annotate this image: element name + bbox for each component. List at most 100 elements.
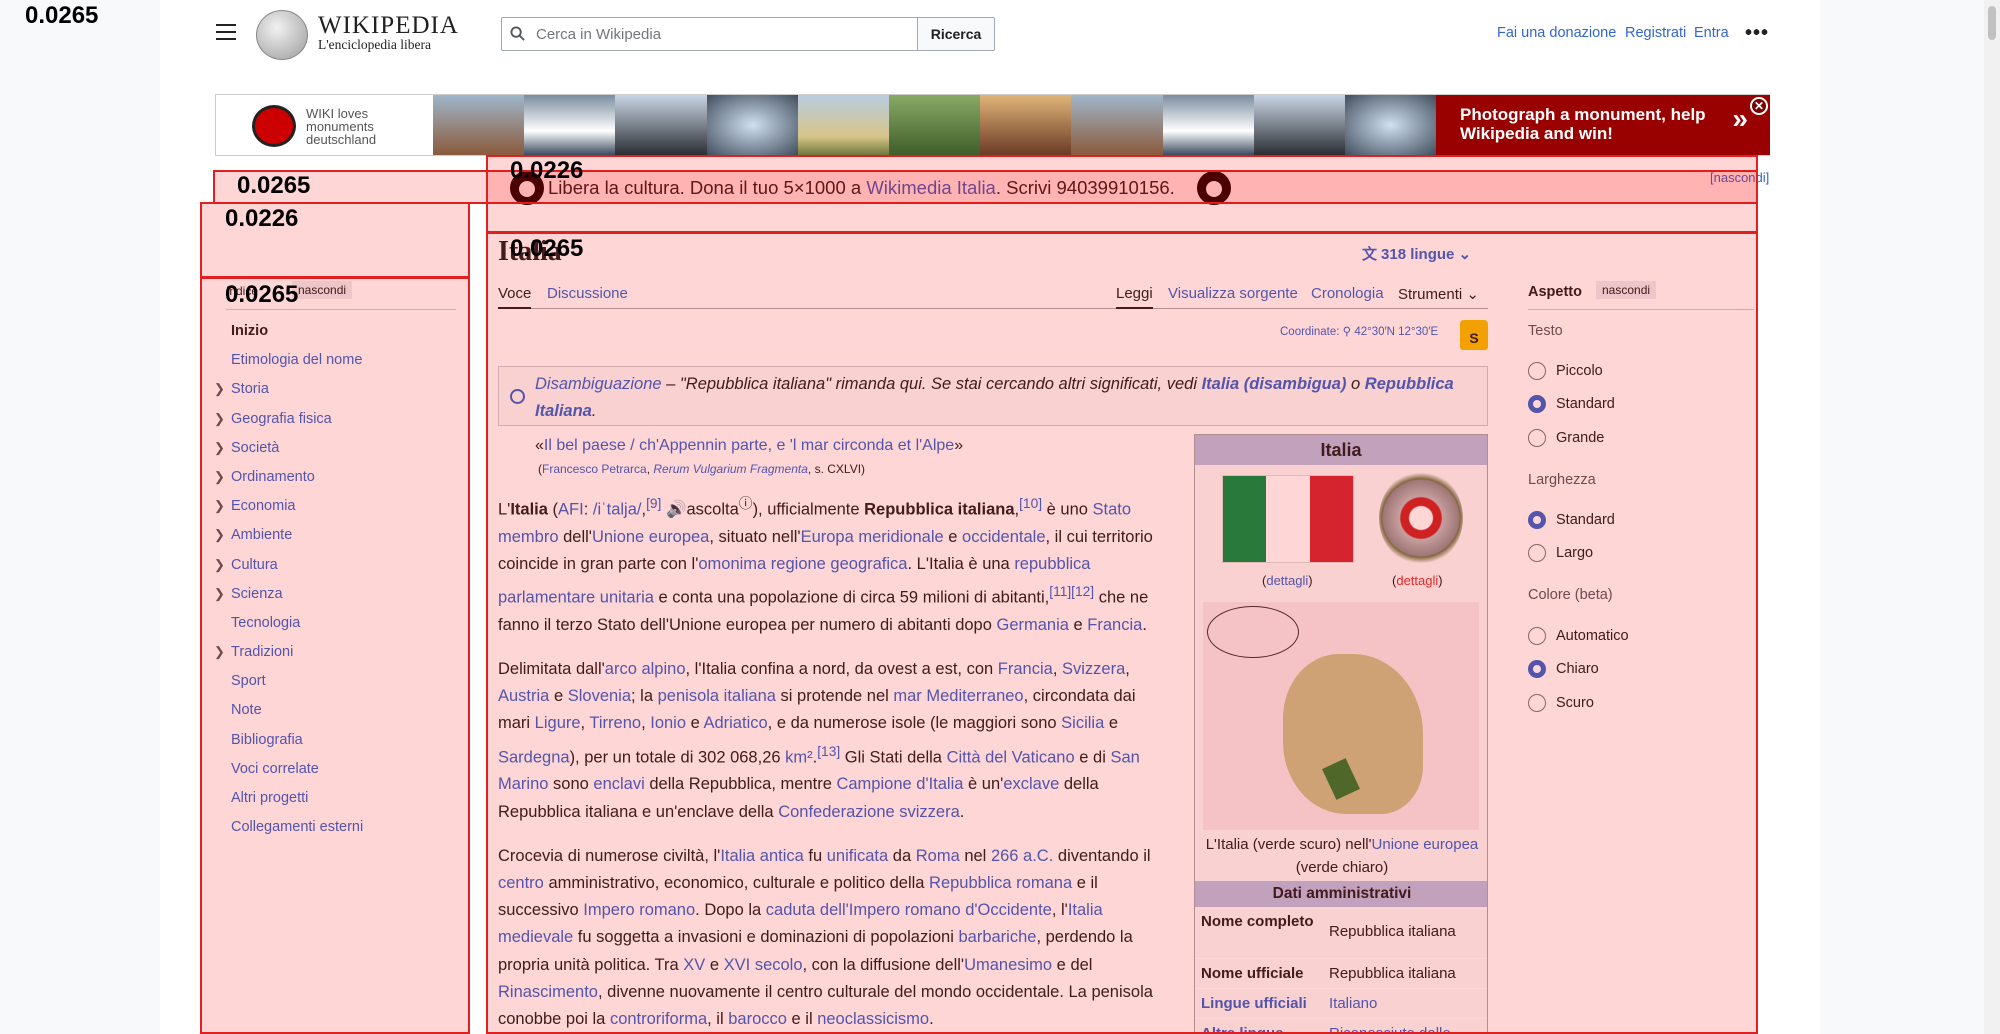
expand-chevron-icon[interactable]: ❯ bbox=[214, 527, 225, 543]
toc-item-label[interactable]: Collegamenti esterni bbox=[231, 819, 363, 835]
toc-item[interactable]: Sport bbox=[231, 673, 363, 702]
toc-item[interactable]: Collegamenti esterni bbox=[231, 819, 363, 848]
coordinates-link[interactable]: 42°30′N 12°30′E bbox=[1354, 326, 1438, 338]
quote-work-link[interactable]: Rerum Vulgarium Fragmenta bbox=[653, 462, 808, 476]
notice-hide-link[interactable]: [nascondi] bbox=[1710, 170, 1769, 185]
tab-visualizza-sorgente[interactable]: Visualizza sorgente bbox=[1168, 285, 1298, 302]
expand-chevron-icon[interactable]: ❯ bbox=[214, 469, 225, 485]
toc-item[interactable]: ❯ Economia bbox=[214, 498, 363, 527]
toc-item[interactable]: ❯ Ordinamento bbox=[214, 469, 363, 498]
tab-leggi[interactable]: Leggi bbox=[1116, 285, 1153, 309]
toc-item[interactable]: ❯ Tradizioni bbox=[214, 644, 363, 673]
banner-cta[interactable]: Photograph a monument, help Wikipedia an… bbox=[1436, 95, 1770, 155]
wikimedia-italia-link[interactable]: Wikimedia Italia bbox=[866, 177, 996, 198]
expand-chevron-icon[interactable]: ❯ bbox=[214, 440, 225, 456]
toc-item-label[interactable]: Tradizioni bbox=[231, 644, 293, 660]
toc-item-label[interactable]: Inizio bbox=[231, 323, 268, 339]
toc-item[interactable]: ❯ Società bbox=[214, 440, 363, 469]
tab-discussione[interactable]: Discussione bbox=[547, 285, 628, 302]
tools-menu[interactable]: Strumenti ⌄ bbox=[1398, 285, 1479, 303]
infobox-key[interactable]: Lingue ufficiali bbox=[1201, 993, 1307, 1015]
search-input[interactable] bbox=[501, 17, 918, 51]
toc-item[interactable]: ❯ Geografia fisica bbox=[214, 411, 363, 440]
toc-item[interactable]: ❯ Cultura bbox=[214, 557, 363, 586]
width-wide-option[interactable]: Largo bbox=[1528, 543, 1593, 563]
toc-item-label[interactable]: Etimologia del nome bbox=[231, 352, 362, 368]
toc-item-label[interactable]: Storia bbox=[231, 381, 269, 397]
donate-link[interactable]: Fai una donazione bbox=[1497, 25, 1616, 41]
flag-of-italy[interactable] bbox=[1222, 475, 1354, 563]
radio[interactable] bbox=[1528, 544, 1546, 563]
quote-author-link[interactable]: Francesco Petrarca bbox=[542, 462, 647, 476]
toc-item-label[interactable]: Tecnologia bbox=[231, 615, 300, 631]
infobox-value[interactable]: Italiano bbox=[1329, 993, 1377, 1015]
hatnote-disambiguation-link[interactable]: Disambiguazione bbox=[535, 375, 662, 393]
toc-item-label[interactable]: Ambiente bbox=[231, 527, 292, 543]
color-dark-option[interactable]: Scuro bbox=[1528, 693, 1594, 713]
semi-protection-lock-icon[interactable]: S bbox=[1460, 320, 1488, 350]
login-link[interactable]: Entra bbox=[1694, 25, 1729, 41]
text-large-option[interactable]: Grande bbox=[1528, 428, 1604, 448]
toc-item-label[interactable]: Geografia fisica bbox=[231, 411, 332, 427]
toc-item-label[interactable]: Scienza bbox=[231, 586, 283, 602]
scrollbar[interactable] bbox=[1984, 0, 2000, 1034]
banner-close-icon[interactable]: ✕ bbox=[1750, 97, 1768, 115]
location-map[interactable] bbox=[1203, 602, 1479, 830]
toc-item-label[interactable]: Ordinamento bbox=[231, 469, 315, 485]
appearance-hide-button[interactable]: nascondi bbox=[1596, 281, 1657, 299]
text-standard-option[interactable]: Standard bbox=[1528, 394, 1615, 414]
toc-item[interactable]: ❯ Scienza bbox=[214, 586, 363, 615]
expand-chevron-icon[interactable]: ❯ bbox=[214, 381, 225, 397]
expand-chevron-icon[interactable]: ❯ bbox=[214, 411, 225, 427]
radio[interactable] bbox=[1528, 429, 1546, 448]
toc-item-label[interactable]: Altri progetti bbox=[231, 790, 308, 806]
expand-chevron-icon[interactable]: ❯ bbox=[214, 586, 225, 602]
radio[interactable] bbox=[1528, 627, 1546, 646]
toc-item-label[interactable]: Società bbox=[231, 440, 279, 456]
toc-item[interactable]: Altri progetti bbox=[231, 790, 363, 819]
flag-details-link[interactable]: dettagli bbox=[1266, 573, 1308, 588]
radio-selected[interactable] bbox=[1528, 511, 1546, 530]
radio[interactable] bbox=[1528, 362, 1546, 381]
width-standard-option[interactable]: Standard bbox=[1528, 510, 1615, 530]
toc-item[interactable]: Etimologia del nome bbox=[231, 352, 363, 381]
text-small-option[interactable]: Piccolo bbox=[1528, 361, 1603, 381]
quote-text[interactable]: Il bel paese / ch'Appennin parte, e 'l m… bbox=[544, 437, 954, 454]
radio[interactable] bbox=[1528, 694, 1546, 713]
infobox-key[interactable]: Altre lingue bbox=[1201, 1023, 1284, 1033]
toc-item[interactable]: Tecnologia bbox=[231, 615, 363, 644]
toc-item[interactable]: Voci correlate bbox=[231, 761, 363, 790]
toc-item-label[interactable]: Bibliografia bbox=[231, 732, 303, 748]
expand-chevron-icon[interactable]: ❯ bbox=[214, 498, 225, 514]
toc-item-label[interactable]: Voci correlate bbox=[231, 761, 319, 777]
wiki-loves-monuments-banner[interactable]: WIKI loves monuments deutschland Photograp… bbox=[215, 94, 1770, 156]
banner-next-icon[interactable]: » bbox=[1732, 105, 1748, 133]
emblem-details-link[interactable]: dettagli bbox=[1396, 573, 1438, 588]
toc-item-label[interactable]: Sport bbox=[231, 673, 266, 689]
toc-item[interactable]: Bibliografia bbox=[231, 732, 363, 761]
toc-item[interactable]: Inizio bbox=[231, 323, 363, 352]
toc-item-label[interactable]: Economia bbox=[231, 498, 295, 514]
infobox-value[interactable]: Riconosciute dallo Stato bbox=[1329, 1023, 1487, 1033]
toc-item-label[interactable]: Note bbox=[231, 702, 262, 718]
radio-selected[interactable] bbox=[1528, 395, 1546, 414]
toc-item[interactable]: ❯ Ambiente bbox=[214, 527, 363, 556]
wikipedia-globe-logo[interactable] bbox=[256, 10, 308, 60]
emblem-of-italy[interactable] bbox=[1379, 471, 1463, 565]
toc-item-label[interactable]: Cultura bbox=[231, 557, 278, 573]
toc-item[interactable]: Note bbox=[231, 702, 363, 731]
color-auto-option[interactable]: Automatico bbox=[1528, 626, 1629, 646]
toc-item[interactable]: ❯ Storia bbox=[214, 381, 363, 410]
language-selector[interactable]: 文 318 lingue ⌄ bbox=[1362, 243, 1471, 264]
color-light-option[interactable]: Chiaro bbox=[1528, 659, 1599, 679]
toc-hide-button[interactable]: nascondi bbox=[292, 281, 353, 299]
scrollbar-thumb[interactable] bbox=[1988, 6, 1996, 40]
tab-cronologia[interactable]: Cronologia bbox=[1311, 285, 1384, 302]
map-caption-eu-link[interactable]: Unione europea bbox=[1372, 836, 1479, 853]
expand-chevron-icon[interactable]: ❯ bbox=[214, 557, 225, 573]
logo-wordmark[interactable]: WIKIPEDIA bbox=[318, 12, 459, 40]
register-link[interactable]: Registrati bbox=[1625, 25, 1686, 41]
hatnote-italia-disambigua-link[interactable]: Italia (disambigua) bbox=[1202, 375, 1347, 393]
radio-selected[interactable] bbox=[1528, 660, 1546, 679]
more-options-icon[interactable]: ••• bbox=[1745, 22, 1769, 45]
